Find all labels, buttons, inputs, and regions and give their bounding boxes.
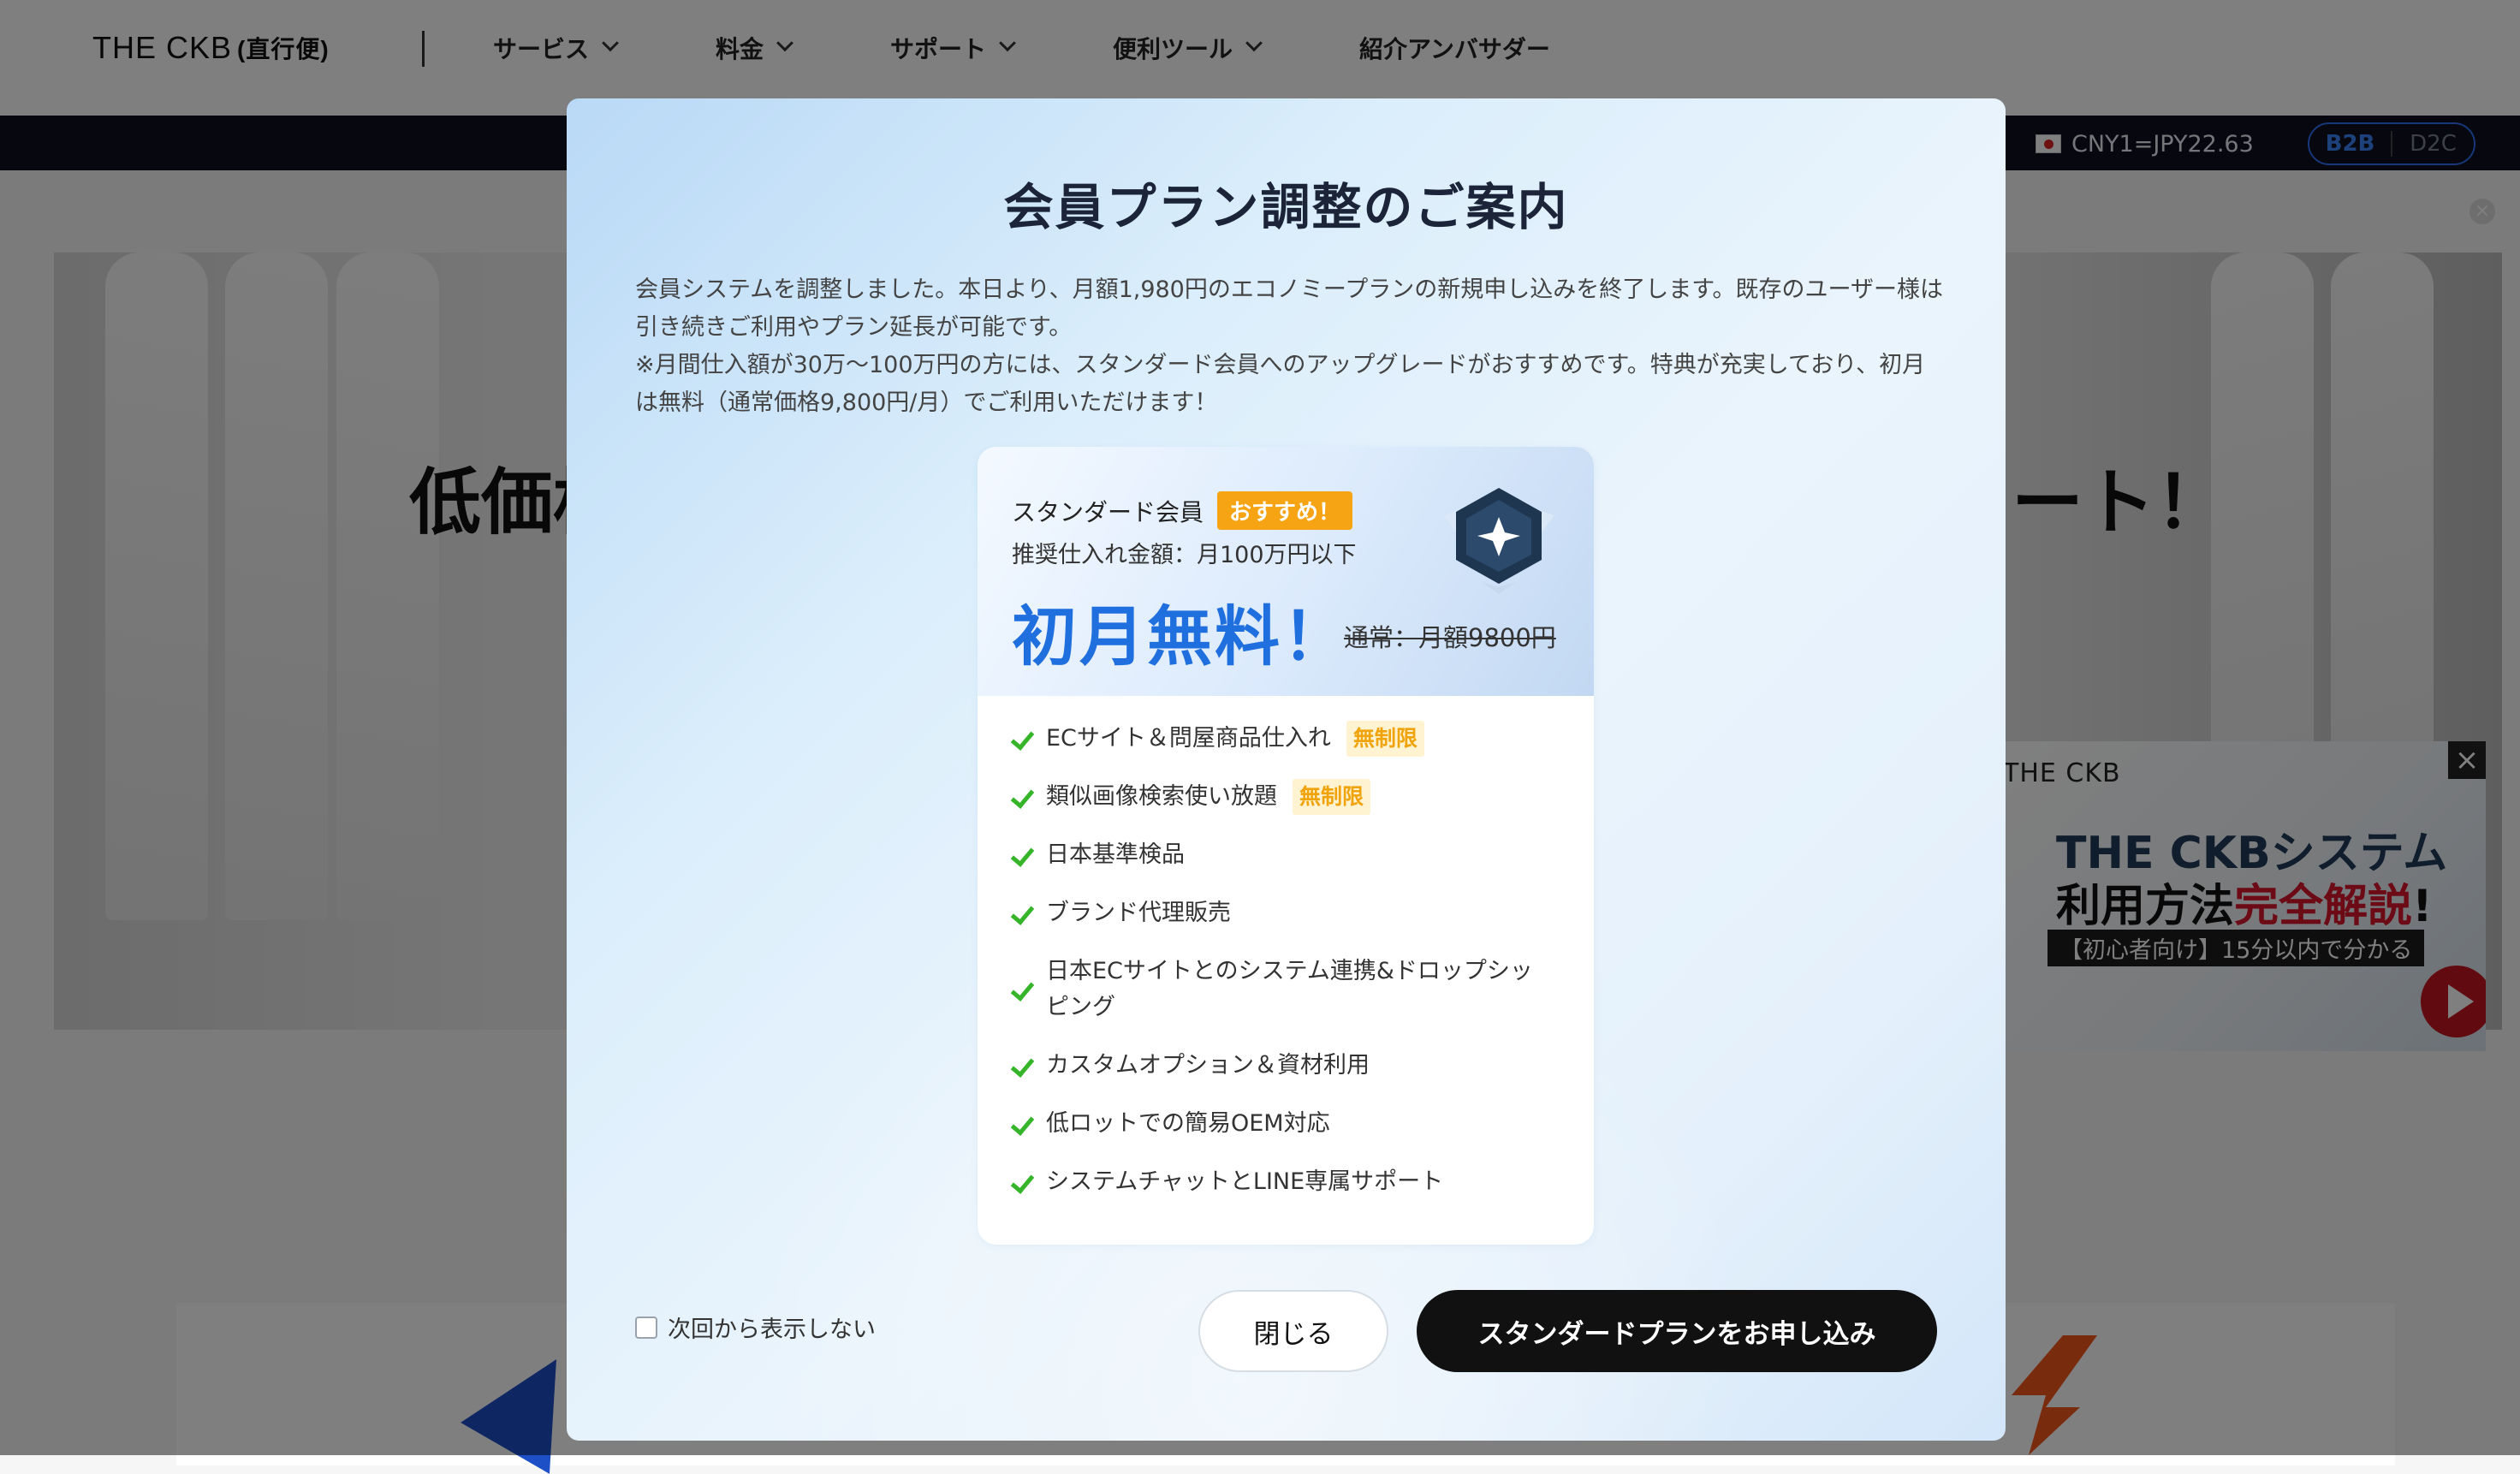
modal-description: 会員システムを調整しました。本日より、月額1,980円のエコノミープランの新規申…: [635, 271, 1945, 422]
dont-show-checkbox[interactable]: [635, 1316, 657, 1339]
check-icon: [1012, 721, 1034, 757]
feature-item: システムチャットとLINE専属サポート: [1012, 1164, 1560, 1200]
close-button[interactable]: 閉じる: [1198, 1290, 1388, 1372]
description-paragraph: 会員システムを調整しました。本日より、月額1,980円のエコノミープランの新規申…: [635, 276, 1944, 341]
recommended-amount: 推奨仕入れ金額：月100万円以下: [1012, 542, 1357, 568]
feature-text: 類似画像検索使い放題: [1046, 783, 1277, 810]
plan-card-header: スタンダード会員 おすすめ！ 推奨仕入れ金額：月100万円以下 初月無料！ 通常…: [978, 447, 1594, 696]
feature-text: ブランド代理販売: [1046, 900, 1231, 926]
check-icon: [1012, 972, 1034, 1007]
feature-item: カスタムオプション＆資材利用: [1012, 1048, 1560, 1084]
regular-price: 通常：月額9800円: [1344, 623, 1556, 652]
feature-item: 日本ECサイトとのシステム連携&ドロップシッピング: [1012, 954, 1560, 1025]
dont-show-again[interactable]: 次回から表示しない: [635, 1311, 876, 1344]
feature-text: 日本ECサイトとのシステム連携&ドロップシッピング: [1046, 958, 1533, 1020]
feature-item: ECサイト＆問屋商品仕入れ 無制限: [1012, 721, 1560, 757]
standard-plan-card: スタンダード会員 おすすめ！ 推奨仕入れ金額：月100万円以下 初月無料！ 通常…: [978, 447, 1594, 1245]
unlimited-tag: 無制限: [1346, 721, 1424, 757]
description-paragraph: ※月間仕入額が30万〜100万円の方には、スタンダード会員へのアップグレードがお…: [635, 352, 1926, 416]
apply-standard-plan-button[interactable]: スタンダードプランをお申し込み: [1417, 1290, 1937, 1372]
check-icon: [1012, 837, 1034, 873]
feature-text: システムチャットとLINE専属サポート: [1046, 1168, 1444, 1195]
unlimited-tag: 無制限: [1293, 779, 1371, 815]
feature-item: 日本基準検品: [1012, 837, 1560, 873]
plan-name-row: スタンダード会員 おすすめ！: [1012, 491, 1353, 530]
plan-feature-list: ECサイト＆問屋商品仕入れ 無制限 類似画像検索使い放題 無制限 日本基準検品 …: [1012, 721, 1560, 1222]
feature-text: 低ロットでの簡易OEM対応: [1046, 1110, 1330, 1137]
feature-item: ブランド代理販売: [1012, 895, 1560, 931]
feature-text: ECサイト＆問屋商品仕入れ: [1046, 725, 1331, 752]
check-icon: [1012, 895, 1034, 931]
check-icon: [1012, 779, 1034, 815]
modal-title: 会員プラン調整のご案内: [1003, 178, 1569, 236]
check-icon: [1012, 1164, 1034, 1200]
feature-item: 類似画像検索使い放題 無制限: [1012, 779, 1560, 815]
star-shield-icon: [1443, 488, 1554, 594]
check-icon: [1012, 1106, 1034, 1142]
recommended-badge: おすすめ！: [1217, 491, 1353, 530]
membership-plan-modal: 会員プラン調整のご案内 会員システムを調整しました。本日より、月額1,980円の…: [567, 98, 2006, 1441]
feature-text: 日本基準検品: [1046, 841, 1185, 868]
dont-show-label: 次回から表示しない: [668, 1316, 876, 1343]
feature-text: カスタムオプション＆資材利用: [1046, 1052, 1370, 1079]
feature-item: 低ロットでの簡易OEM対応: [1012, 1106, 1560, 1142]
first-month-free: 初月無料！: [1012, 598, 1350, 675]
plan-name: スタンダード会員: [1012, 497, 1204, 526]
check-icon: [1012, 1048, 1034, 1084]
